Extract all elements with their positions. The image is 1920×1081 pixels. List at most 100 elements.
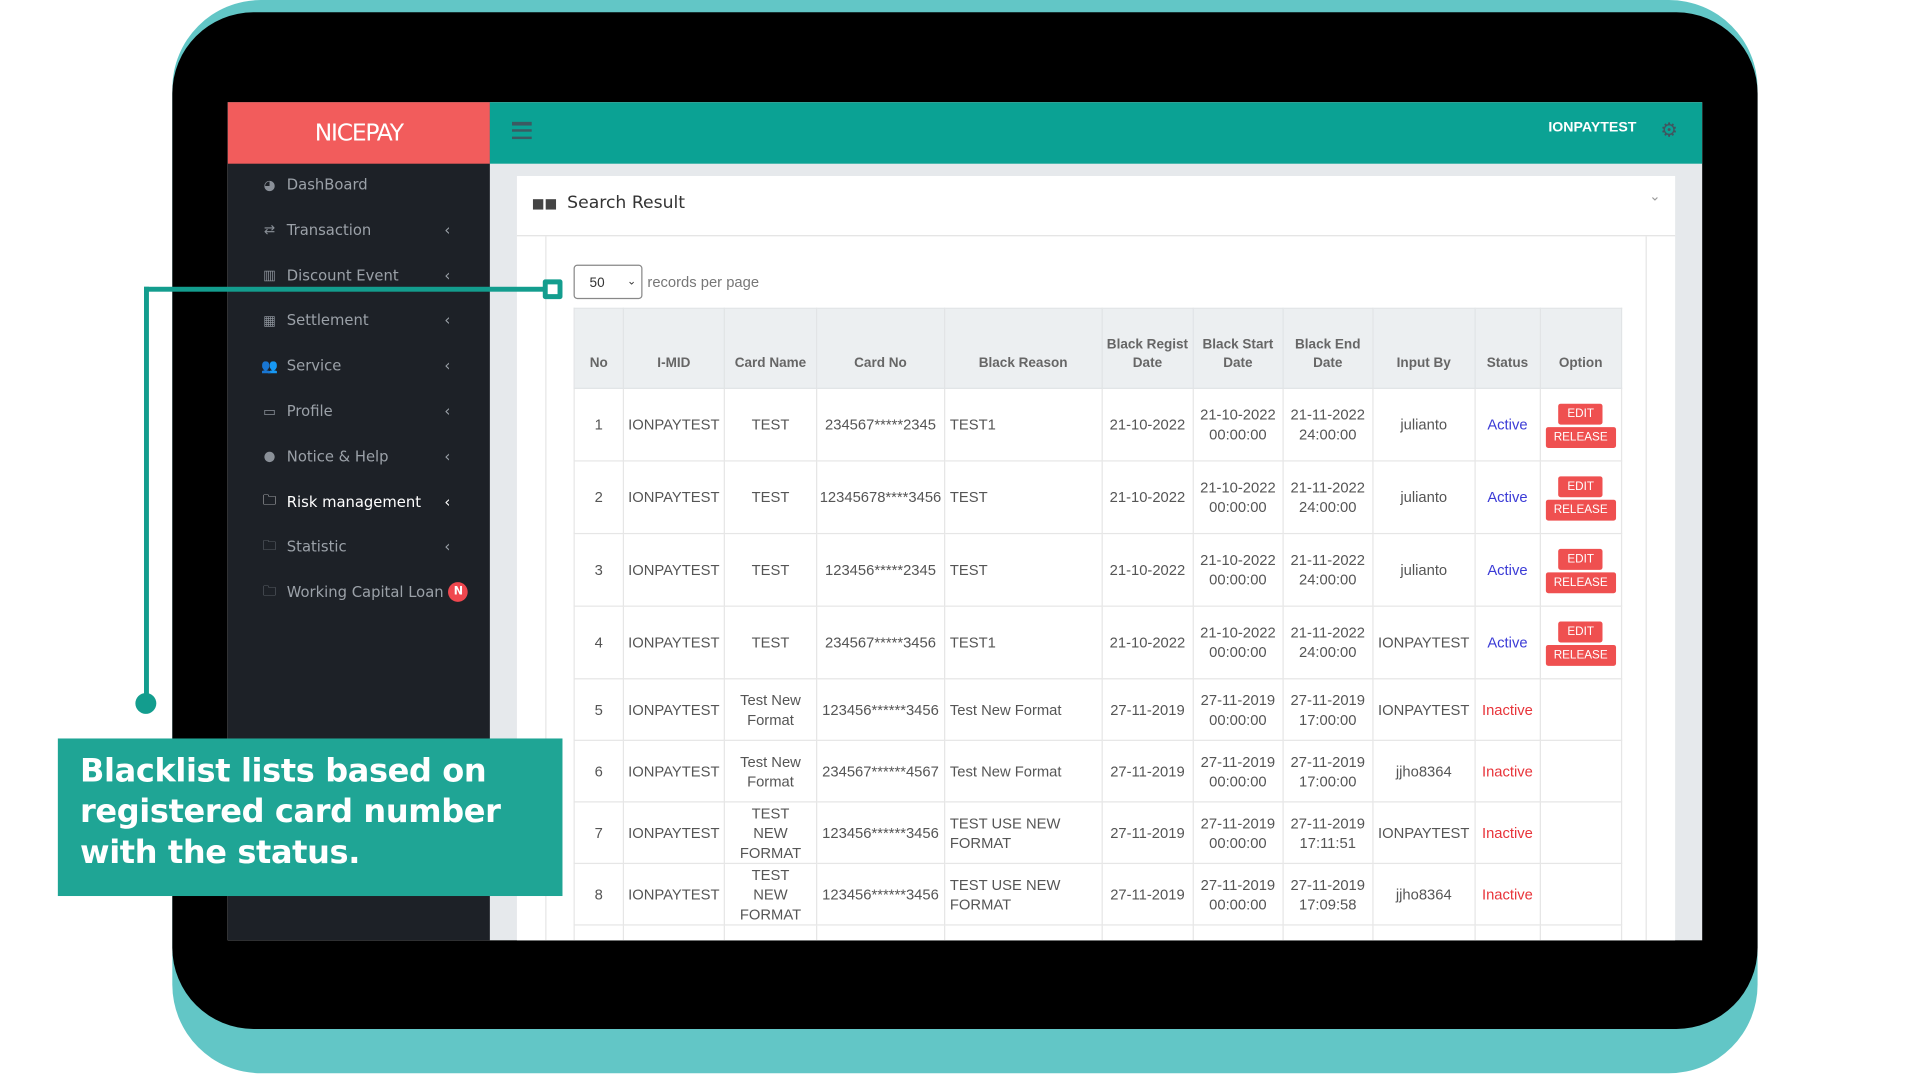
card-name-text: TEST NEW FORMAT [739,804,802,861]
chevron-left-icon: ‹ [444,402,451,420]
cell [1539,924,1622,941]
cell-input-by: IONPAYTEST [1372,801,1476,865]
release-button[interactable]: RELEASE [1545,644,1616,666]
hamburger-icon[interactable] [512,121,532,140]
sidebar-item-service[interactable]: 👥 Service ‹ [228,344,490,388]
card-name-text: Test New Format [740,752,801,790]
column-header[interactable]: I-MID [622,307,725,389]
column-header[interactable]: Black Start Date [1192,307,1284,389]
search-result-panel: ■■ Search Result ⌄ 50 ⌄ records per page… [516,176,1676,941]
cell [573,924,625,941]
cell-start: 21-10-2022 00:00:00 [1192,387,1284,462]
status-text[interactable]: Inactive [1482,886,1533,903]
cell-end: 21-11-2022 24:00:00 [1282,460,1374,535]
edit-button[interactable]: EDIT [1558,475,1603,497]
panel-title: ■■ Search Result [532,193,685,213]
start-text: 21-10-2022 00:00:00 [1200,624,1276,661]
sidebar-item-transaction[interactable]: ⇄ Transaction ‹ [228,208,490,252]
sidebar-item-label: DashBoard [286,176,368,194]
reason-text: TEST1 [949,633,996,652]
status-text[interactable]: Active [1487,489,1527,506]
cell [1192,924,1284,941]
status-text[interactable]: Active [1487,416,1527,433]
start-text: 21-10-2022 00:00:00 [1200,551,1276,589]
status-text[interactable]: Inactive [1482,762,1533,779]
column-header[interactable]: Card Name [723,307,818,389]
gear-icon[interactable]: ⚙ [1660,118,1678,143]
user-name[interactable]: IONPAYTEST [1548,121,1636,136]
cell-start: 21-10-2022 00:00:00 [1192,605,1284,680]
sidebar-item-working-capital-loan[interactable]: 🗀 Working Capital Loan N [228,570,490,614]
logo[interactable]: NICEPAY [227,102,490,164]
column-header[interactable]: Input By [1372,307,1476,389]
regist-text: 27-11-2019 [1110,824,1185,842]
end-text: 27-11-2019 17:00:00 [1290,691,1365,729]
collapse-chevron-icon[interactable]: ⌄ [1649,188,1660,205]
cell-start: 27-11-2019 00:00:00 [1192,739,1284,803]
column-header[interactable]: Black Regist Date [1101,307,1194,389]
column-header[interactable]: Black End Date [1282,307,1374,389]
sidebar-item-label: Discount Event [286,266,399,284]
imid-text: IONPAYTEST [628,561,720,579]
end-text: 21-11-2022 24:00:00 [1290,406,1365,444]
status-text[interactable]: Inactive [1482,824,1533,841]
table-row: 6 IONPAYTEST Test New Format 234567******45… [573,739,1622,803]
no-text: 1 [594,416,603,434]
imid-text: IONPAYTEST [628,633,720,652]
cell-card-name: TEST [723,460,818,535]
sidebar-item-notice-help[interactable]: ● Notice & Help ‹ [228,434,490,478]
table-row: 3 IONPAYTEST TEST 123456*****2345 TEST 21-10-… [573,532,1622,607]
regist-text: 27-11-2019 [1110,885,1185,903]
regist-text: 21-10-2022 [1109,488,1186,506]
cell-regist: 21-10-2022 [1101,605,1194,680]
chevron-left-icon: ‹ [444,221,451,239]
panel-title-text: Search Result [567,193,686,213]
cell-start: 27-11-2019 00:00:00 [1192,862,1284,926]
sidebar-item-profile[interactable]: ▭ Profile ‹ [228,389,490,433]
regist-text: 21-10-2022 [1109,416,1186,434]
edit-button[interactable]: EDIT [1558,620,1603,642]
sidebar-item-statistic[interactable]: 🗀 Statistic ‹ [228,525,490,569]
cell [1282,924,1374,941]
no-text: 4 [594,633,603,652]
column-header[interactable]: Card No [816,307,945,389]
release-button[interactable]: RELEASE [1545,499,1616,521]
sidebar-item-dashboard[interactable]: ◕ DashBoard [228,162,490,206]
chevron-left-icon: ‹ [444,266,451,284]
status-text[interactable]: Active [1487,634,1527,651]
cell-regist: 21-10-2022 [1101,460,1194,535]
cell-card-no: 123456*****2345 [816,532,945,607]
edit-button[interactable]: EDIT [1558,548,1603,570]
cell-no: 4 [573,605,625,680]
cell-option [1539,801,1622,865]
chevron-left-icon: ‹ [444,493,451,511]
column-header[interactable]: Black Reason [943,307,1103,389]
reason-text: TEST USE NEW FORMAT [949,875,1061,913]
cell-status: Active [1474,605,1541,680]
imid-text: IONPAYTEST [628,885,720,903]
column-header[interactable]: Status [1474,307,1541,389]
cell-card-name: TEST [723,387,818,462]
cell-option: EDIT RELEASE [1539,460,1622,535]
cell-no: 5 [573,678,625,741]
column-header[interactable]: Option [1539,307,1622,389]
cell-regist: 27-11-2019 [1101,678,1194,741]
sidebar-item-label: Settlement [286,311,369,330]
cell-status: Active [1474,460,1541,535]
cell-reason: TEST [943,460,1103,535]
column-header[interactable]: No [573,307,625,389]
release-button[interactable]: RELEASE [1545,426,1616,448]
page-size-select[interactable]: 50 ⌄ [573,264,643,300]
cell-input-by: julianto [1372,387,1476,462]
dashboard-icon: ◕ [263,176,276,193]
edit-button[interactable]: EDIT [1558,403,1603,425]
sidebar-item-settlement[interactable]: ▦ Settlement ‹ [228,298,490,342]
cell-start: 27-11-2019 00:00:00 [1192,678,1284,741]
release-button[interactable]: RELEASE [1545,571,1616,593]
status-text[interactable]: Inactive [1482,701,1533,718]
no-text: 6 [594,762,603,780]
status-text[interactable]: Active [1487,561,1527,578]
sidebar-item-label: Transaction [286,221,372,239]
sidebar-item-risk-management[interactable]: 🗀 Risk management ‹ [228,480,490,524]
cell-end: 21-11-2022 24:00:00 [1282,532,1374,607]
